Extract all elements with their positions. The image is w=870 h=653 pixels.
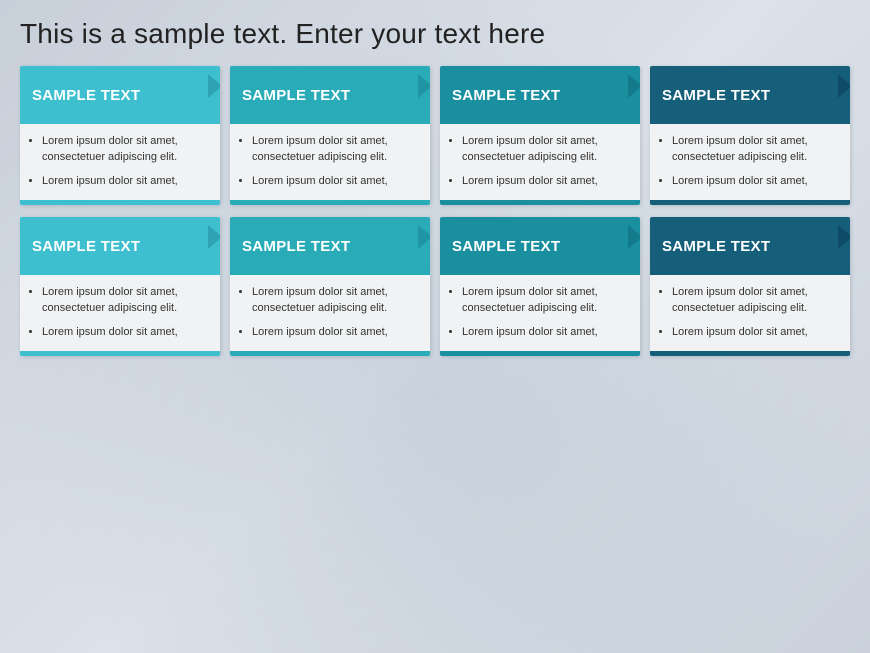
list-item: Lorem ipsum dolor sit amet, consectetuer…	[672, 285, 838, 317]
card-bottom-bar-r1c4	[650, 200, 850, 205]
card-header-text-r2c4: SAMPLE TEXT	[662, 238, 770, 256]
card-r2c2: SAMPLE TEXT Lorem ipsum dolor sit amet, c…	[230, 217, 430, 356]
card-body-r1c2: Lorem ipsum dolor sit amet, consectetuer…	[230, 124, 430, 200]
card-grid-row2: SAMPLE TEXT Lorem ipsum dolor sit amet, c…	[20, 217, 850, 356]
list-item: Lorem ipsum dolor sit amet,	[42, 325, 208, 341]
card-body-r2c3: Lorem ipsum dolor sit amet, consectetuer…	[440, 275, 640, 351]
card-bottom-bar-r1c3	[440, 200, 640, 205]
list-item: Lorem ipsum dolor sit amet,	[252, 325, 418, 341]
card-r1c3: SAMPLE TEXT Lorem ipsum dolor sit amet, c…	[440, 66, 640, 205]
list-item: Lorem ipsum dolor sit amet, consectetuer…	[462, 285, 628, 317]
card-header-r1c1: SAMPLE TEXT	[20, 66, 220, 124]
card-r2c1: SAMPLE TEXT Lorem ipsum dolor sit amet, c…	[20, 217, 220, 356]
card-header-r1c2: SAMPLE TEXT	[230, 66, 430, 124]
card-bottom-bar-r2c3	[440, 351, 640, 356]
card-header-r2c2: SAMPLE TEXT	[230, 217, 430, 275]
card-body-r2c4: Lorem ipsum dolor sit amet, consectetuer…	[650, 275, 850, 351]
card-header-r2c4: SAMPLE TEXT	[650, 217, 850, 275]
card-header-text-r2c3: SAMPLE TEXT	[452, 238, 560, 256]
card-header-text-r1c4: SAMPLE TEXT	[662, 87, 770, 105]
list-item: Lorem ipsum dolor sit amet,	[252, 174, 418, 190]
card-bottom-bar-r1c2	[230, 200, 430, 205]
card-r1c4: SAMPLE TEXT Lorem ipsum dolor sit amet, c…	[650, 66, 850, 205]
card-bottom-bar-r2c1	[20, 351, 220, 356]
card-r1c1: SAMPLE TEXT Lorem ipsum dolor sit amet, c…	[20, 66, 220, 205]
card-header-r2c3: SAMPLE TEXT	[440, 217, 640, 275]
card-body-r1c4: Lorem ipsum dolor sit amet, consectetuer…	[650, 124, 850, 200]
card-bottom-bar-r1c1	[20, 200, 220, 205]
page-container: This is a sample text. Enter your text h…	[0, 0, 870, 380]
card-header-r1c4: SAMPLE TEXT	[650, 66, 850, 124]
card-body-r1c3: Lorem ipsum dolor sit amet, consectetuer…	[440, 124, 640, 200]
card-body-r2c1: Lorem ipsum dolor sit amet, consectetuer…	[20, 275, 220, 351]
list-item: Lorem ipsum dolor sit amet, consectetuer…	[42, 285, 208, 317]
card-header-r1c3: SAMPLE TEXT	[440, 66, 640, 124]
card-header-text-r2c1: SAMPLE TEXT	[32, 238, 140, 256]
card-header-text-r1c2: SAMPLE TEXT	[242, 87, 350, 105]
list-item: Lorem ipsum dolor sit amet,	[672, 174, 838, 190]
list-item: Lorem ipsum dolor sit amet,	[462, 325, 628, 341]
card-r2c3: SAMPLE TEXT Lorem ipsum dolor sit amet, c…	[440, 217, 640, 356]
card-r2c4: SAMPLE TEXT Lorem ipsum dolor sit amet, c…	[650, 217, 850, 356]
list-item: Lorem ipsum dolor sit amet, consectetuer…	[672, 134, 838, 166]
card-header-text-r1c3: SAMPLE TEXT	[452, 87, 560, 105]
card-body-r2c2: Lorem ipsum dolor sit amet, consectetuer…	[230, 275, 430, 351]
card-header-text-r2c2: SAMPLE TEXT	[242, 238, 350, 256]
card-body-r1c1: Lorem ipsum dolor sit amet, consectetuer…	[20, 124, 220, 200]
card-header-text-r1c1: SAMPLE TEXT	[32, 87, 140, 105]
card-bottom-bar-r2c4	[650, 351, 850, 356]
card-bottom-bar-r2c2	[230, 351, 430, 356]
card-grid-row1: SAMPLE TEXT Lorem ipsum dolor sit amet, c…	[20, 66, 850, 205]
list-item: Lorem ipsum dolor sit amet,	[672, 325, 838, 341]
page-title: This is a sample text. Enter your text h…	[20, 18, 850, 50]
card-header-r2c1: SAMPLE TEXT	[20, 217, 220, 275]
list-item: Lorem ipsum dolor sit amet, consectetuer…	[252, 285, 418, 317]
list-item: Lorem ipsum dolor sit amet, consectetuer…	[462, 134, 628, 166]
card-r1c2: SAMPLE TEXT Lorem ipsum dolor sit amet, c…	[230, 66, 430, 205]
list-item: Lorem ipsum dolor sit amet, consectetuer…	[252, 134, 418, 166]
list-item: Lorem ipsum dolor sit amet, consectetuer…	[42, 134, 208, 166]
list-item: Lorem ipsum dolor sit amet,	[462, 174, 628, 190]
list-item: Lorem ipsum dolor sit amet,	[42, 174, 208, 190]
